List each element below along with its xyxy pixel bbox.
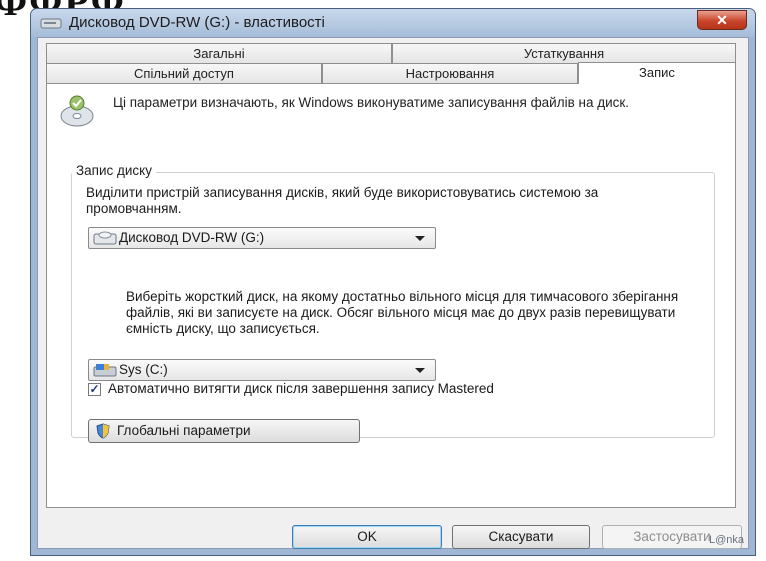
cancel-button[interactable]: Скасувати [452,525,590,549]
burn-settings-group: Запис диску Виділити пристрій записуванн… [71,163,715,443]
tab-sharing[interactable]: Спільний доступ [46,63,322,83]
tab-customize[interactable]: Настроювання [322,63,578,83]
cd-burn-icon [60,95,94,127]
dvd-drive-icon [40,18,62,29]
properties-dialog: Дисковод DVD-RW (G:) - властивості ✕ Заг… [30,8,756,556]
eject-after-burn-label[interactable]: Автоматично витягти диск після завершенн… [108,381,668,397]
title-bar[interactable]: Дисковод DVD-RW (G:) - властивості ✕ [31,9,755,37]
close-button[interactable]: ✕ [697,10,747,30]
shield-icon [96,423,110,439]
recorder-select[interactable]: Дисковод DVD-RW (G:) [88,227,436,249]
recorder-select-value: Дисковод DVD-RW (G:) [119,230,265,245]
recording-tab-panel: Ці параметри визначають, як Windows вико… [46,83,736,508]
temp-drive-select-value: Sys (C:) [119,362,168,377]
hard-drive-icon [93,364,117,377]
temp-drive-description: Виберіть жорсткий диск, на якому достатн… [126,289,679,336]
intro-description: Ці параметри визначають, як Windows вико… [113,95,630,110]
chevron-down-icon [415,368,425,373]
watermark-text: L@nka [708,534,744,546]
ok-button[interactable]: OK [292,525,442,549]
dialog-client-area: Загальні Устаткування Спільний доступ На… [37,37,749,549]
tab-recording[interactable]: Запис [578,62,736,84]
global-settings-label: Глобальні параметри [117,423,251,438]
dvd-drive-icon [93,231,117,245]
chevron-down-icon [415,236,425,241]
tab-general[interactable]: Загальні [46,43,392,63]
group-title: Запис диску [72,163,156,178]
window-title: Дисковод DVD-RW (G:) - властивості [69,14,325,31]
global-settings-button[interactable]: Глобальні параметри [88,419,360,443]
temp-drive-select[interactable]: Sys (C:) [88,359,436,381]
recorder-description: Виділити пристрій записування дисків, як… [86,185,599,216]
eject-after-burn-checkbox[interactable]: ✓ [88,383,101,396]
tab-hardware[interactable]: Устаткування [392,43,736,63]
